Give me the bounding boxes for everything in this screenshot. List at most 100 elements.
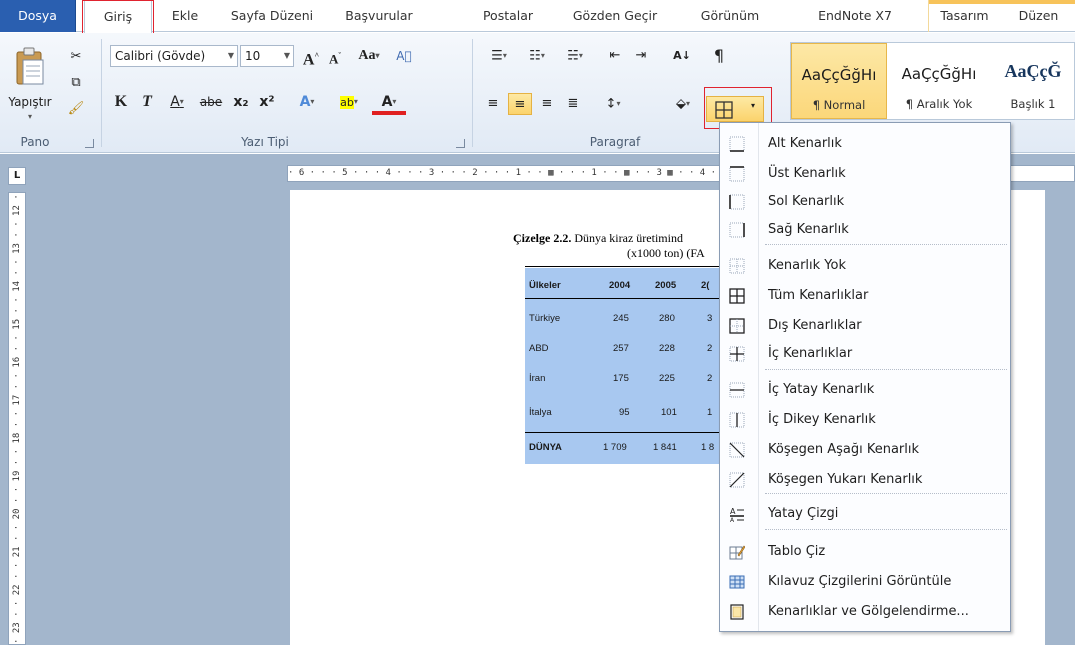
shading-button[interactable]: ⬙▾ bbox=[666, 93, 700, 115]
align-center-icon[interactable]: ≡ bbox=[508, 93, 532, 115]
line-spacing-button[interactable]: ↕▾ bbox=[596, 93, 630, 115]
align-left-icon[interactable]: ≡ bbox=[482, 93, 504, 115]
tab-insert[interactable]: Ekle bbox=[160, 0, 210, 32]
menu-item-border-none[interactable]: Kenarlık Yok bbox=[721, 251, 1009, 281]
menu-item-label: Köşegen Aşağı Kenarlık bbox=[768, 442, 920, 457]
underline-icon: A bbox=[170, 94, 180, 110]
menu-item-border-inside-vertical[interactable]: İç Dikey Kenarlık bbox=[721, 405, 1009, 435]
justify-icon[interactable]: ≣ bbox=[562, 93, 584, 115]
superscript-button[interactable]: x² bbox=[256, 91, 278, 113]
menu-item-label: İç Dikey Kenarlık bbox=[768, 412, 876, 427]
border-inside-vertical-icon bbox=[729, 412, 745, 428]
chevron-down-icon[interactable]: ▼ bbox=[225, 46, 237, 66]
decrease-indent-icon[interactable]: ⇤ bbox=[604, 45, 626, 67]
menu-item-horizontal-line[interactable]: A A Yatay Çizgi bbox=[721, 499, 1009, 529]
table-row: Türkiye 245 280 3 bbox=[525, 304, 725, 334]
tab-endnote[interactable]: EndNote X7 bbox=[800, 0, 910, 32]
menu-item-borders-shading[interactable]: Kenarlıklar ve Gölgelendirme... bbox=[721, 597, 1009, 627]
tab-file[interactable]: Dosya bbox=[0, 0, 76, 32]
text-effects-button[interactable]: A▾ bbox=[290, 91, 324, 113]
paste-dropdown-icon[interactable]: ▾ bbox=[28, 112, 32, 121]
paste-icon[interactable] bbox=[14, 46, 46, 88]
italic-button[interactable]: T bbox=[136, 91, 158, 113]
bullets-button[interactable]: ☰▾ bbox=[482, 45, 516, 67]
border-inside-horizontal-icon bbox=[729, 382, 745, 398]
table-row: İtalya 95 101 1 bbox=[525, 394, 725, 432]
tab-references[interactable]: Başvurular bbox=[334, 0, 424, 32]
menu-item-border-top[interactable]: Üst Kenarlık bbox=[721, 159, 1009, 189]
clipboard-group-label: Pano bbox=[20, 135, 50, 149]
menu-item-border-all[interactable]: Tüm Kenarlıklar bbox=[721, 281, 1009, 311]
menu-item-border-bottom[interactable]: Alt Kenarlık bbox=[721, 129, 1009, 159]
line-spacing-icon: ↕ bbox=[605, 96, 617, 112]
menu-item-draw-table[interactable]: Tablo Çiz bbox=[721, 537, 1009, 567]
show-formatting-button[interactable]: ¶ bbox=[708, 45, 730, 67]
menu-item-border-inside-horizontal[interactable]: İç Yatay Kenarlık bbox=[721, 375, 1009, 405]
border-outside-icon bbox=[729, 318, 745, 334]
numbering-button[interactable]: ☷▾ bbox=[520, 45, 554, 67]
tab-mailings[interactable]: Postalar bbox=[472, 0, 544, 32]
table-caption: Çizelge 2.2. Dünya kiraz üretimind bbox=[513, 231, 683, 246]
tab-review[interactable]: Gözden Geçir bbox=[560, 0, 670, 32]
style-normal[interactable]: AaÇçĞğHı ¶ Normal bbox=[791, 43, 887, 119]
sort-button[interactable]: A↓ bbox=[670, 45, 694, 67]
view-gridlines-icon bbox=[729, 575, 745, 589]
vertical-ruler[interactable]: · 23 · · 22 · · 21 · · 20 · · 19 · · 18 … bbox=[8, 192, 26, 645]
style-sample: AaÇçĞğHı bbox=[801, 66, 877, 84]
menu-item-view-gridlines[interactable]: Kılavuz Çizgilerini Görüntüle bbox=[721, 567, 1009, 597]
menu-item-label: Tüm Kenarlıklar bbox=[768, 288, 869, 303]
clear-formatting-icon[interactable]: A⃥ bbox=[392, 45, 416, 67]
style-heading-1[interactable]: AaÇçĞ Başlık 1 bbox=[991, 43, 1075, 119]
menu-separator bbox=[765, 529, 1007, 530]
copy-icon[interactable]: ⧉ bbox=[66, 73, 86, 93]
tab-design[interactable]: Tasarım bbox=[928, 0, 1000, 32]
change-case-button[interactable]: Aa▾ bbox=[352, 45, 386, 67]
table-cell: 245 bbox=[613, 313, 629, 324]
font-family-combo[interactable]: Calibri (Gövde) ▼ bbox=[110, 45, 238, 67]
strikethrough-button[interactable]: abe bbox=[196, 91, 226, 113]
style-no-spacing[interactable]: AaÇçĞğHı ¶ Aralık Yok bbox=[891, 43, 987, 119]
group-divider bbox=[472, 39, 473, 147]
font-size-combo[interactable]: 10 ▼ bbox=[240, 45, 294, 67]
shrink-font-button[interactable]: Aˇ bbox=[324, 45, 346, 67]
menu-item-border-right[interactable]: Sağ Kenarlık bbox=[721, 215, 1009, 245]
grow-font-button[interactable]: A^ bbox=[300, 45, 322, 68]
underline-button[interactable]: A▾ bbox=[162, 91, 192, 113]
font-group-label: Yazı Tipi bbox=[241, 135, 289, 149]
align-right-icon[interactable]: ≡ bbox=[536, 93, 558, 115]
borders-button[interactable]: ▾ bbox=[706, 96, 764, 122]
format-painter-icon[interactable]: 🖌 bbox=[66, 99, 86, 119]
menu-item-border-diagonal-up[interactable]: Köşegen Yukarı Kenarlık bbox=[721, 465, 1009, 495]
clipboard-launcher-icon[interactable] bbox=[85, 139, 94, 148]
chevron-down-icon[interactable]: ▾ bbox=[751, 101, 755, 110]
table-cell: 101 bbox=[661, 407, 677, 418]
multilevel-list-button[interactable]: ☵▾ bbox=[558, 45, 592, 67]
cut-icon[interactable]: ✂ bbox=[66, 47, 86, 67]
tab-home[interactable]: Giriş bbox=[84, 0, 152, 33]
table-row: ABD 257 228 2 bbox=[525, 334, 725, 364]
tab-view[interactable]: Görünüm bbox=[690, 0, 770, 32]
menu-item-border-left[interactable]: Sol Kenarlık bbox=[721, 187, 1009, 217]
change-case-icon: Aa bbox=[358, 48, 376, 64]
subscript-button[interactable]: x₂ bbox=[230, 91, 252, 113]
menu-item-border-diagonal-down[interactable]: Köşegen Aşağı Kenarlık bbox=[721, 435, 1009, 465]
paragraph-group-label: Paragraf bbox=[589, 135, 641, 149]
table-cell: 2 bbox=[707, 343, 713, 354]
vertical-ruler-scale: · 23 · · 22 · · 21 · · 20 · · 19 · · 18 … bbox=[12, 194, 22, 644]
tab-selector[interactable]: L bbox=[8, 167, 26, 185]
increase-indent-icon[interactable]: ⇥ bbox=[630, 45, 652, 67]
tab-layout[interactable]: Düzen bbox=[1002, 0, 1075, 32]
tab-page-layout[interactable]: Sayfa Düzeni bbox=[220, 0, 324, 32]
menu-item-border-inside[interactable]: İç Kenarlıklar bbox=[721, 339, 1009, 369]
menu-item-border-outside[interactable]: Dış Kenarlıklar bbox=[721, 311, 1009, 341]
highlight-button[interactable]: ab▾ bbox=[330, 91, 368, 113]
numbering-icon: ☷ bbox=[529, 48, 541, 64]
table-cell: ABD bbox=[529, 343, 549, 354]
bold-button[interactable]: K bbox=[110, 91, 132, 113]
table-cell: 175 bbox=[613, 373, 629, 384]
ribbon-tab-bar: Dosya Giriş Ekle Sayfa Düzeni Başvurular… bbox=[0, 0, 1075, 33]
font-color-button[interactable]: A▾ bbox=[372, 91, 406, 115]
font-launcher-icon[interactable] bbox=[456, 139, 465, 148]
chevron-down-icon[interactable]: ▼ bbox=[281, 46, 293, 66]
paste-button[interactable]: Yapıştır ▾ bbox=[0, 95, 60, 123]
